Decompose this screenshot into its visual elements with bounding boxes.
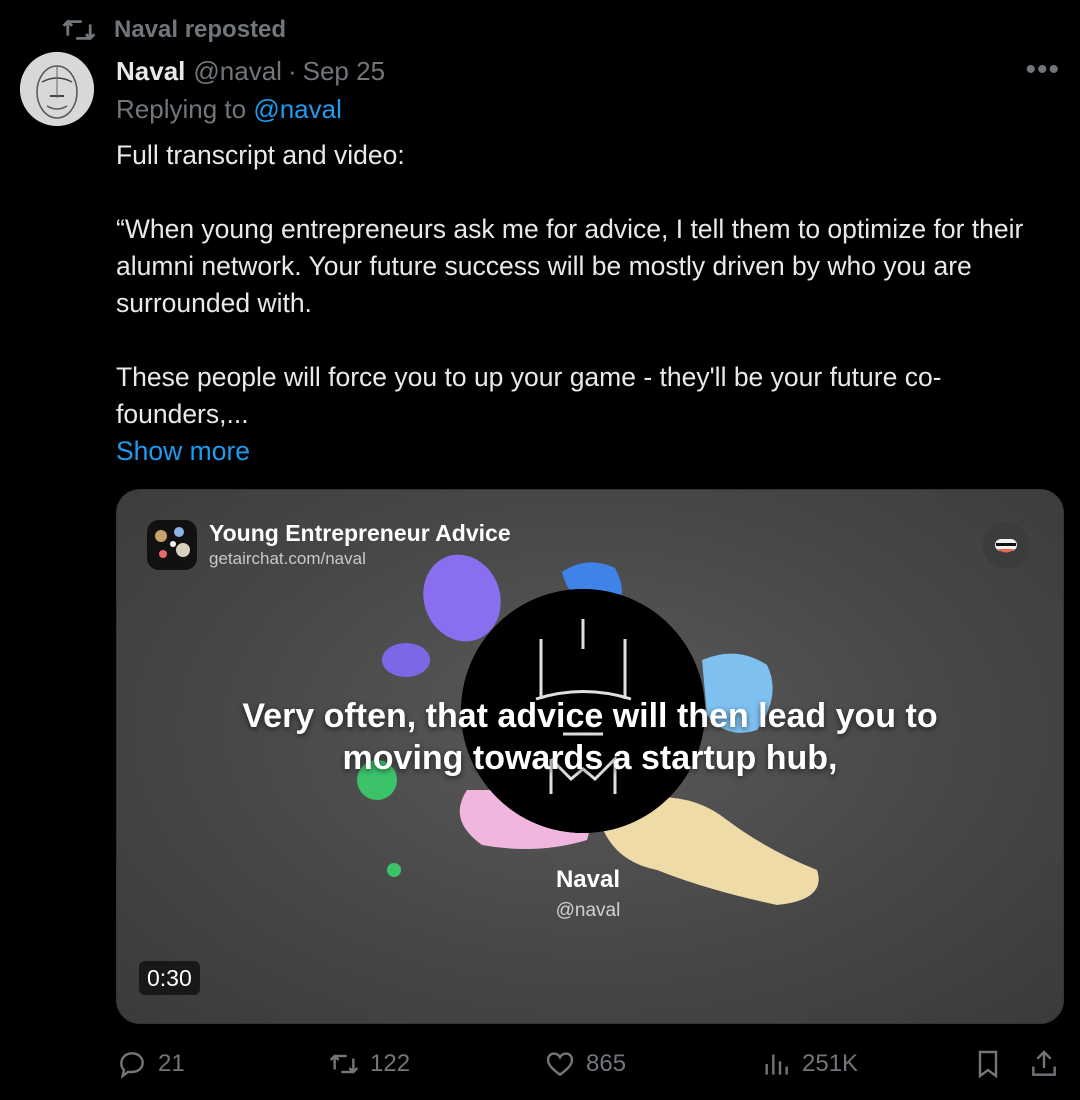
repost-count: 122: [370, 1050, 411, 1077]
views-button[interactable]: 251K: [760, 1044, 858, 1084]
views-count: 251K: [802, 1050, 859, 1077]
room-url[interactable]: getairchat.com/naval: [209, 549, 366, 569]
bookmark-icon: [978, 1050, 998, 1079]
tweet-body: Full transcript and video: “When young e…: [116, 137, 1066, 470]
replying-to: Replying to @naval: [116, 94, 342, 125]
reply-count: 21: [158, 1050, 185, 1077]
share-icon: [1032, 1050, 1056, 1076]
author-avatar[interactable]: [20, 52, 94, 126]
caption-line-2: moving towards a startup hub,: [342, 739, 838, 777]
views-icon: [765, 1054, 788, 1075]
tweet-header: Naval @naval · Sep 25: [116, 52, 385, 90]
room-avatar-icon: [147, 520, 197, 570]
repost-icon: [62, 19, 96, 41]
author-handle[interactable]: @naval: [193, 56, 282, 87]
tweet-date[interactable]: Sep 25: [303, 56, 385, 87]
repost-button[interactable]: 122: [328, 1044, 410, 1084]
separator-dot: ·: [287, 55, 297, 86]
repost-indicator[interactable]: Naval reposted: [62, 14, 286, 46]
repost-text: Naval reposted: [114, 16, 287, 43]
airchat-logo-icon: [983, 522, 1029, 568]
show-more-link[interactable]: Show more: [116, 433, 1066, 470]
speaker-name: Naval: [555, 866, 621, 893]
author-name[interactable]: Naval: [116, 56, 185, 87]
like-count: 865: [586, 1050, 627, 1077]
video-duration-badge: 0:30: [139, 961, 200, 995]
video-player[interactable]: Young Entrepreneur Advice getairchat.com…: [116, 489, 1064, 1024]
tweet-quote-paragraph-2: These people will force you to up your g…: [116, 362, 942, 429]
replying-mention[interactable]: @naval: [253, 94, 342, 124]
tweet-actions: 21 122 865 251K: [116, 1044, 1066, 1084]
speaker-handle: @naval: [555, 900, 621, 921]
reply-button[interactable]: 21: [116, 1044, 185, 1084]
caption-line-1: Very often, that advice will then lead y…: [242, 697, 938, 735]
more-icon[interactable]: •••: [1025, 55, 1060, 85]
video-caption: Very often, that advice will then lead y…: [157, 695, 1023, 779]
reply-icon: [120, 1052, 144, 1079]
room-title: Young Entrepreneur Advice: [209, 520, 511, 546]
tweet-quote-paragraph-1: “When young entrepreneurs ask me for adv…: [116, 214, 1024, 318]
replying-prefix: Replying to: [116, 94, 254, 124]
repost-icon: [329, 1054, 359, 1074]
share-button[interactable]: [1028, 1044, 1060, 1084]
like-icon: [546, 1052, 574, 1077]
like-button[interactable]: 865: [544, 1044, 626, 1084]
tweet-intro: Full transcript and video:: [116, 140, 405, 170]
bookmark-button[interactable]: [972, 1044, 1004, 1084]
